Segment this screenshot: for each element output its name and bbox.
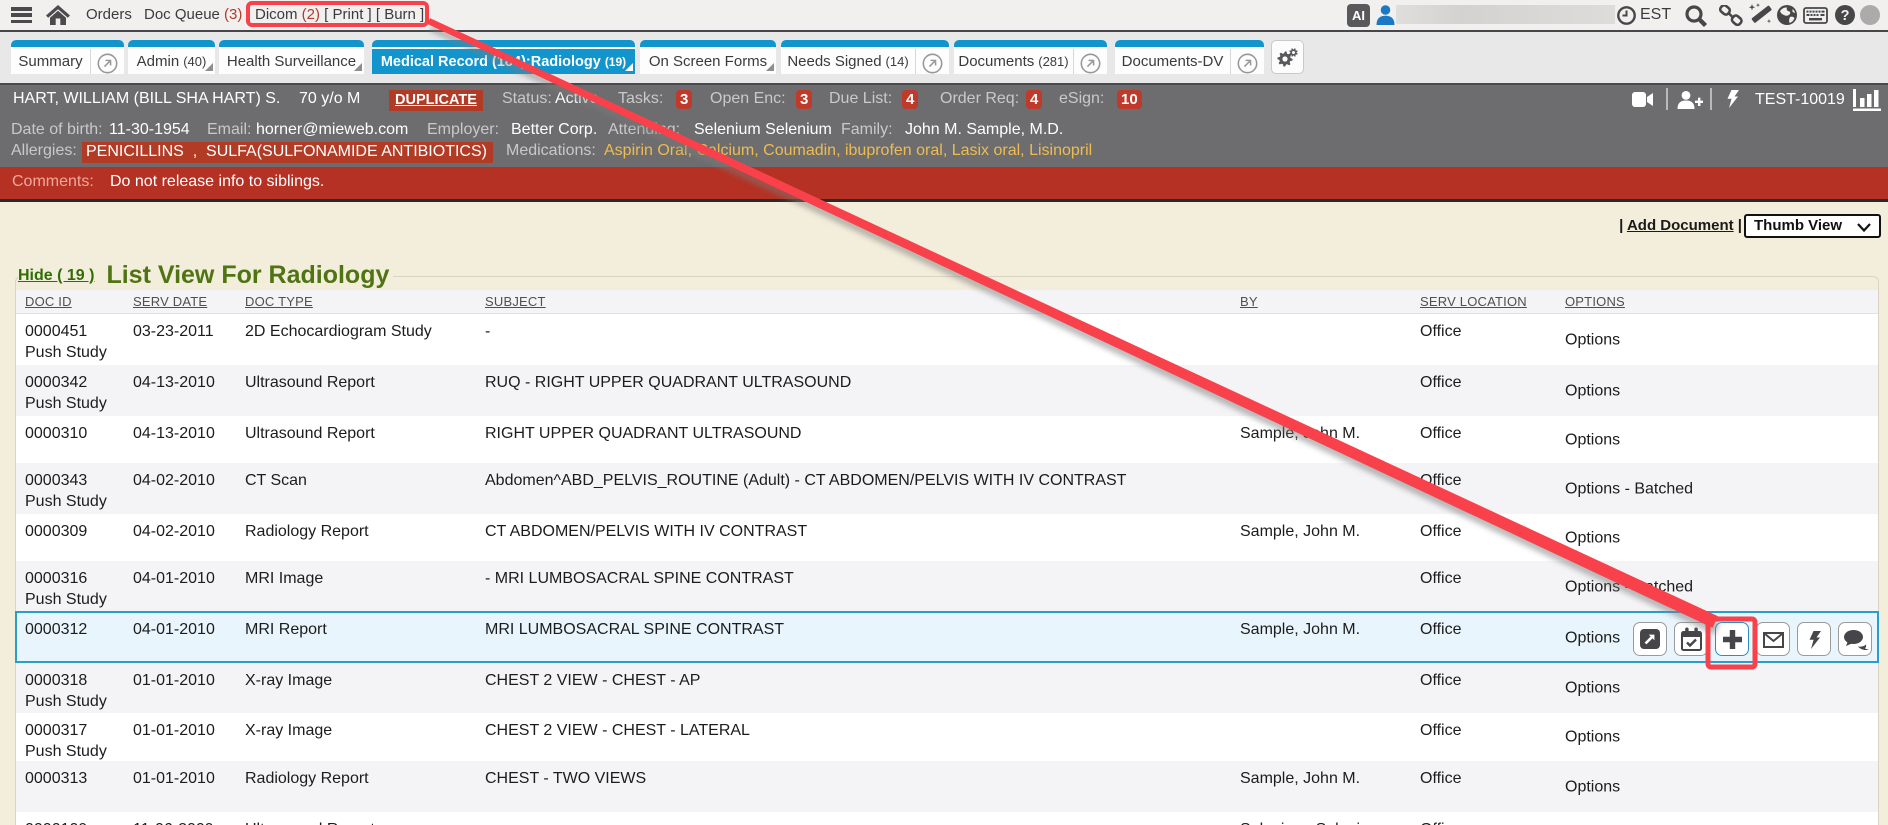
svg-text:?: ?	[1841, 8, 1850, 24]
